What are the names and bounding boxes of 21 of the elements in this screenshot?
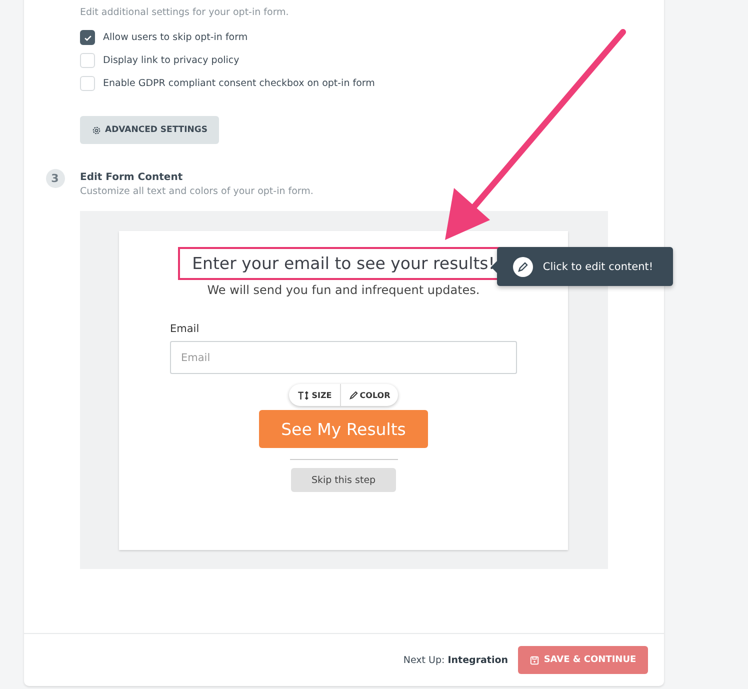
save-icon <box>530 656 539 664</box>
section-description: Edit additional settings for your opt-in form. <box>80 7 290 18</box>
checkbox-label: Allow users to skip opt-in form <box>103 32 248 43</box>
section-title: Edit Form Content <box>80 172 184 183</box>
size-button[interactable]: SIZE <box>288 384 340 406</box>
color-button[interactable]: COLOR <box>340 384 398 406</box>
settings-icon <box>92 126 101 134</box>
section-description: Customize all text and colors of your opt-in form. <box>80 186 314 197</box>
next-up-text: Next Up: Integration <box>403 654 508 666</box>
pencil-icon <box>512 256 533 276</box>
field-label: Email <box>170 323 200 335</box>
email-field[interactable]: Email <box>170 341 517 374</box>
form-subheading[interactable]: We will send you fun and infrequent updates. <box>207 283 480 297</box>
tooltip-text: Click to edit content! <box>542 260 654 272</box>
skip-button[interactable]: Skip this step <box>291 468 396 492</box>
checkbox-label: Enable GDPR compliant consent checkbox on opt-in form <box>103 78 375 89</box>
advanced-settings-button[interactable]: ADVANCED SETTINGS <box>80 116 220 144</box>
checkbox[interactable] <box>80 30 95 45</box>
text-size-icon <box>296 390 310 400</box>
step-number: 3 <box>46 169 64 188</box>
checkbox-label: Display link to privacy policy <box>103 55 240 66</box>
